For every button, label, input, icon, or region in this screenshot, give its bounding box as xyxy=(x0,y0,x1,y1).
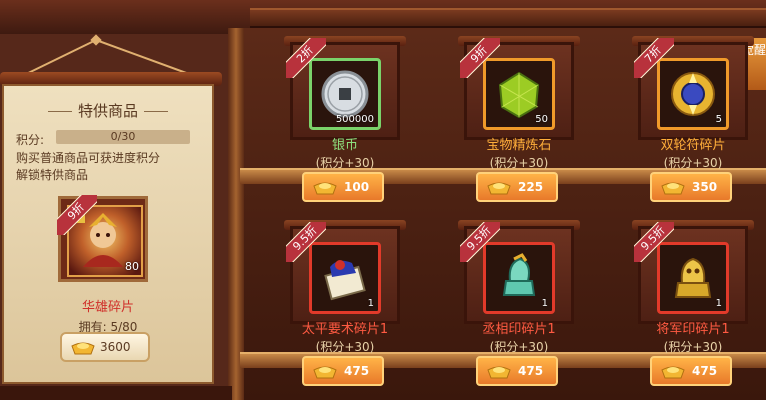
discount-text: 7折 xyxy=(634,38,674,78)
buy-button[interactable]: 475 xyxy=(476,356,558,386)
item-quantity: 5 xyxy=(715,114,722,125)
discount-ribbon: 2折 xyxy=(286,38,326,78)
buy-button[interactable]: 225 xyxy=(476,172,558,202)
item-name: 银币 xyxy=(331,138,358,153)
item-quantity: 500000 xyxy=(335,114,374,125)
gold-ingot-icon xyxy=(313,366,337,379)
discount-text: 9.5折 xyxy=(460,222,500,262)
left-bottom-beam xyxy=(0,386,232,400)
buy-button[interactable]: 100 xyxy=(302,172,384,202)
shop-item[interactable]: 1 9.5折丞相印碎片1 (积分+30) 475 xyxy=(444,214,594,389)
gold-ingot-icon xyxy=(313,182,337,195)
item-quantity: 1 xyxy=(541,298,548,309)
discount-ribbon: 9.5折 xyxy=(460,222,500,262)
shop-item[interactable]: 1 9.5折将军印碎片1 (积分+30) 475 xyxy=(618,214,766,389)
discount-text: 9.5折 xyxy=(286,222,326,262)
item-price: 475 xyxy=(518,364,544,378)
item-points: (积分+30) xyxy=(489,156,549,170)
item-price: 350 xyxy=(692,180,718,194)
top-beam xyxy=(250,8,766,28)
shop-item[interactable]: 5 7折双轮符碎片 (积分+30) 350 xyxy=(618,30,766,205)
shop-item[interactable]: 1 9.5折太平要术碎片1 (积分+30) 475 xyxy=(270,214,420,389)
discount-text: 9折 xyxy=(460,38,500,78)
gold-ingot-icon xyxy=(71,342,95,355)
item-points: (积分+30) xyxy=(315,340,375,354)
discount-ribbon: 9折 xyxy=(57,195,97,235)
gold-ingot-icon xyxy=(661,182,685,195)
item-name: 丞相印碎片1 xyxy=(482,322,556,337)
description-line-1: 购买普通商品可获进度积分 xyxy=(16,151,161,165)
buy-button[interactable]: 475 xyxy=(302,356,384,386)
item-points: (积分+30) xyxy=(489,340,549,354)
special-item-count: 80 xyxy=(125,260,139,273)
item-quantity: 1 xyxy=(367,298,374,309)
buy-button[interactable]: 350 xyxy=(650,172,732,202)
score-label: 积分: xyxy=(16,133,45,147)
item-name: 宝物精炼石 xyxy=(486,138,552,153)
item-points: (积分+30) xyxy=(663,156,723,170)
item-points: (积分+30) xyxy=(315,156,375,170)
item-price: 100 xyxy=(344,180,370,194)
special-item-name: 华雄碎片 xyxy=(81,300,134,315)
item-quantity: 1 xyxy=(715,298,722,309)
gold-ingot-icon xyxy=(661,366,685,379)
item-quantity: 50 xyxy=(535,114,548,125)
special-buy-button[interactable]: 3600 xyxy=(60,332,150,362)
score-progress-text: 0/30 xyxy=(110,130,136,143)
description-line-2: 解锁特供商品 xyxy=(16,168,89,182)
discount-text: 9.5折 xyxy=(634,222,674,262)
item-price: 475 xyxy=(692,364,718,378)
discount-text: 2折 xyxy=(286,38,326,78)
special-offer-panel: 特供商品 积分: 0/30 购买普通商品可获进度积分 解锁特供商品 碎 9折 8… xyxy=(2,84,214,384)
item-name: 将军印碎片1 xyxy=(656,322,730,337)
special-price: 3600 xyxy=(100,340,131,354)
discount-ribbon: 9.5折 xyxy=(286,222,326,262)
item-price: 225 xyxy=(518,180,544,194)
gold-ingot-icon xyxy=(487,182,511,195)
item-name: 太平要术碎片1 xyxy=(301,322,389,337)
special-offer-description: 购买普通商品可获进度积分 解锁特供商品 xyxy=(16,150,212,184)
special-item-card[interactable]: 碎 9折 80 xyxy=(57,195,148,282)
item-name: 双轮符碎片 xyxy=(660,138,726,153)
item-points: (积分+30) xyxy=(663,340,723,354)
special-offer-title: 特供商品 xyxy=(4,100,212,121)
discount-ribbon: 9折 xyxy=(460,38,500,78)
discount-ribbon: 7折 xyxy=(634,38,674,78)
shop-item[interactable]: 500000 2折银币 (积分+30) 100 xyxy=(270,30,420,205)
discount-text: 9折 xyxy=(57,195,97,235)
item-price: 475 xyxy=(344,364,370,378)
shop-item[interactable]: 50 9折宝物精炼石 (积分+30) 225 xyxy=(444,30,594,205)
buy-button[interactable]: 475 xyxy=(650,356,732,386)
gold-ingot-icon xyxy=(487,366,511,379)
discount-ribbon: 9.5折 xyxy=(634,222,674,262)
